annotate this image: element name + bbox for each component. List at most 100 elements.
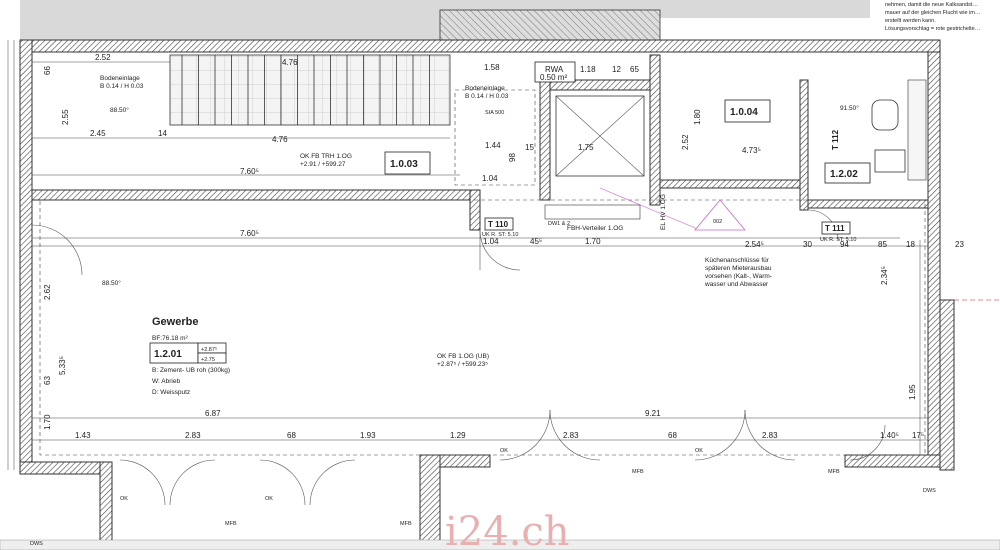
dimension-lines [7, 40, 928, 470]
note-line-4: Lösungsvorschlag = rote gestrichelte… [885, 26, 980, 32]
wall-north [19, 39, 941, 53]
dim: 68 [668, 431, 677, 440]
dim: 7.60⁵ [240, 229, 259, 238]
mfb-tag: MFB [632, 469, 644, 475]
wall-finish: W: Abrieb [152, 378, 180, 385]
mfb-tag: MFB [828, 469, 840, 475]
dim: 2.83 [185, 431, 201, 440]
wall-south-pier-1 [99, 461, 113, 543]
dim: 94 [840, 240, 849, 249]
dim: 66 [43, 66, 52, 75]
gewerbe-title: Gewerbe [152, 316, 198, 328]
kitchen-counter [544, 204, 641, 220]
dim: 68 [287, 431, 296, 440]
room-1004-label: 1.0.04 [730, 107, 758, 118]
sia-label: SIA 500 [485, 110, 504, 116]
note-line-2: mauer auf der gleichen Flucht wie im… [885, 10, 980, 16]
sink [874, 149, 906, 173]
ok-tag: OK [695, 448, 703, 454]
dim: 1.44 [485, 141, 501, 150]
bodeneinlage-1: Bodeneinlage [100, 75, 140, 82]
note-line-3: erstellt werden kann. [885, 18, 936, 24]
okfb-trh-value: +2.91 / +599.27 [300, 161, 346, 168]
triangle-label: 002 [713, 219, 722, 225]
kitchen-note-2: späteren Mieterausbau [705, 265, 772, 272]
dim: 65 [630, 65, 639, 74]
wall-room-1004-south [659, 179, 801, 189]
angle-label-3: 91.50° [840, 104, 859, 112]
dim: 85 [878, 240, 887, 249]
dim: 1.04 [483, 237, 499, 246]
okfb-og: OK FB 1.OG (UB) [437, 353, 489, 360]
floor-plan: nehmen, damit die neue Kalksandst… mauer… [0, 0, 1000, 550]
wall-t110 [469, 189, 481, 231]
neighbor-wall [439, 9, 661, 41]
triangle-marker [694, 199, 746, 231]
t111-ukst: UK R. ST: 5.10 [820, 237, 856, 243]
dim: 2.55 [61, 109, 70, 125]
elhv-label: EL HV 1.OG [660, 194, 667, 230]
dim: 1.43 [75, 431, 91, 440]
kitchen-note-3: vorsehen (Kalt-, Warm- [705, 273, 772, 280]
dim: 1.70 [43, 414, 52, 430]
dim: 4.76 [272, 135, 288, 144]
dim: 14 [158, 129, 167, 138]
wall-corridor [31, 189, 471, 201]
t112-label: T 112 [831, 129, 840, 150]
dim: 2.54⁵ [745, 240, 764, 249]
dim: 98 [508, 153, 517, 162]
dim: 1.29 [450, 431, 466, 440]
dim: 1.93 [360, 431, 376, 440]
room-1201-label: 1.2.01 [154, 349, 182, 360]
kitchen-note-4: wasser und Abwasser [704, 281, 769, 288]
dim: 12 [612, 65, 621, 74]
dim: 6.87 [205, 409, 221, 418]
dim: 1.80 [693, 109, 702, 125]
wall-east-lower [939, 299, 955, 471]
dim: 7.60⁵ [240, 167, 259, 176]
dim: 4.76 [282, 58, 298, 67]
dim: 4.73⁵ [742, 146, 761, 155]
wall-shaft-west [539, 79, 551, 201]
ok-tag: OK [120, 496, 128, 502]
kitchen-note-1: Küchenanschlüsse für [705, 257, 770, 264]
toilet [871, 99, 899, 131]
dim: 9.21 [645, 409, 661, 418]
dim: 2.45 [90, 129, 106, 138]
wall-east [927, 51, 941, 463]
watermark: i24.ch [445, 509, 570, 550]
dim: 1.95 [908, 384, 917, 400]
dim: 2.52 [681, 134, 690, 150]
fbh-label: FBH-Verteiler 1.OG [567, 225, 623, 232]
wall-south-3 [844, 454, 941, 468]
dim: 1.40⁵ [880, 431, 899, 440]
dim: 1.70 [585, 237, 601, 246]
staircase [169, 54, 451, 126]
dim: 15 [525, 143, 534, 152]
dim: 2.83 [563, 431, 579, 440]
door-swing-west [31, 224, 83, 276]
bodeneinlage-2: Bodeneinlage [465, 85, 505, 92]
dim: 45⁵ [530, 237, 542, 246]
dashed-zone-stair [454, 89, 536, 186]
wall-shaft-east [649, 54, 661, 206]
okfb-og-value: +2.87⁵ / +599.23⁵ [437, 361, 488, 368]
room-1202-label: 1.2.02 [830, 169, 858, 180]
bodeneinlage-2-dim: B 0.14 / H 0.03 [465, 93, 509, 100]
room-1003-label: 1.0.03 [390, 159, 418, 170]
wall-south-2 [439, 454, 491, 468]
gewerbe-area: BF:76.18 m² [152, 335, 189, 342]
wall-bath-south [807, 199, 929, 209]
wall-south-1 [19, 461, 101, 475]
dim: 23 [955, 240, 964, 249]
angle-label-1: 88.50° [110, 106, 129, 114]
dim: 63 [43, 376, 52, 385]
bodeneinlage-1-dim: B 0.14 / H 0.03 [100, 83, 144, 90]
dim: 1.18 [580, 65, 596, 74]
mfb-tag: MFB [225, 521, 237, 527]
wall-west [19, 39, 33, 471]
rwa-area: 0.50 m² [540, 73, 567, 82]
ceiling-finish: D: Weissputz [152, 389, 190, 396]
south-doors [119, 409, 886, 506]
dim: 17⁵ [912, 431, 924, 440]
